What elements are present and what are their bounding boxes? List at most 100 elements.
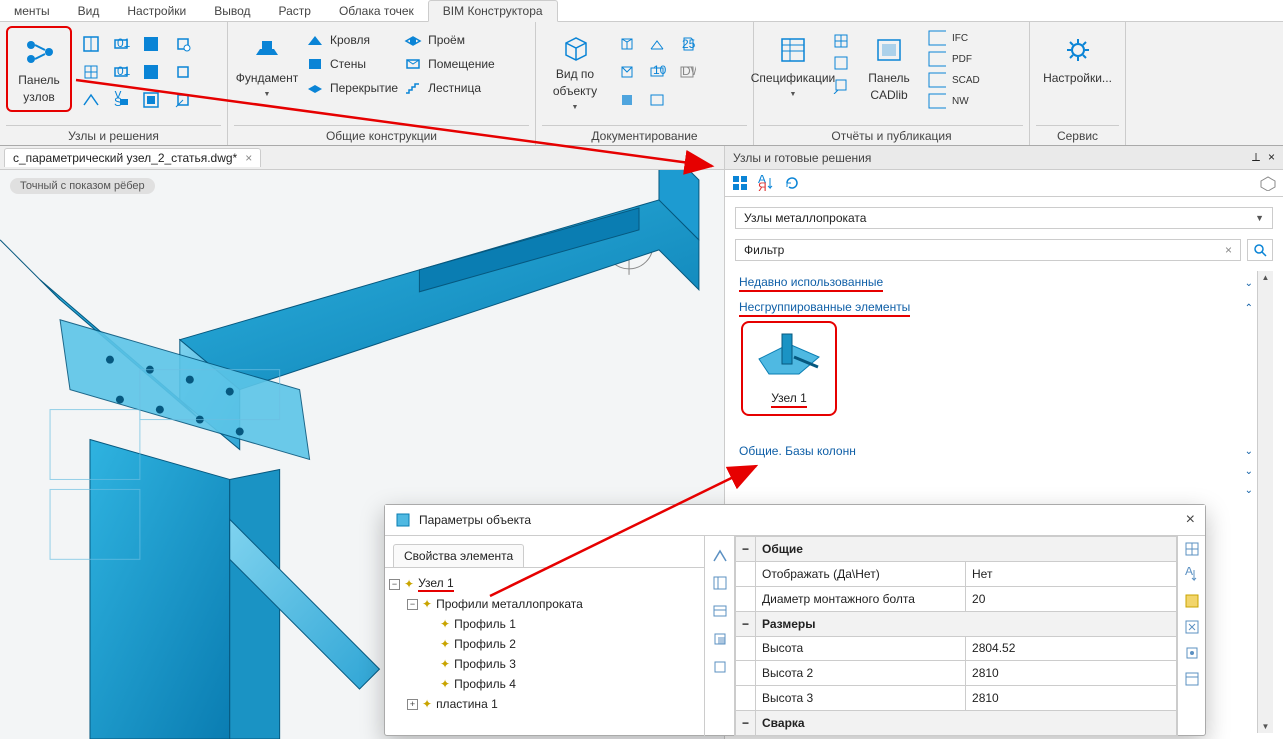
section-ungrouped[interactable]: Несгруппированные элементы ⌃ [735,296,1257,321]
slab-button[interactable]: Перекрытие [306,78,398,98]
prop-h3-val[interactable]: 2810 [966,686,1177,711]
menu-output[interactable]: Вывод [200,1,264,21]
mini-btn-a[interactable] [170,32,196,56]
ribbon-group-reports-title: Отчёты и публикация [760,125,1023,145]
room-button[interactable]: Помещение [404,54,495,74]
mini-btn-4[interactable] [78,60,104,84]
opening-button[interactable]: Проём [404,30,495,50]
doc-mini-1[interactable] [614,32,640,56]
collapse-cat-size[interactable]: − [736,611,756,636]
close-panel-icon[interactable]: × [1268,150,1275,165]
mini-btn-3[interactable] [138,32,164,56]
section-hidden-1[interactable]: ⌄ [735,462,1257,481]
export-ifc-button[interactable]: IFC [928,28,980,48]
specifications-button[interactable]: Спецификации ▼ [760,26,826,112]
midbar-btn-1[interactable] [711,546,729,564]
scrollbar[interactable]: ▲ ▼ [1257,271,1273,733]
menu-pointclouds[interactable]: Облака точек [325,1,428,21]
scroll-up-icon[interactable]: ▲ [1262,273,1270,282]
midbar-btn-3[interactable] [711,602,729,620]
view-by-object-button[interactable]: Вид по объекту ▼ [542,26,608,112]
side-btn-4[interactable] [1183,618,1201,636]
prop-h2-val[interactable]: 2810 [966,661,1177,686]
view-grid-icon[interactable] [731,174,749,192]
mini-btn-2[interactable]: 010 [108,32,134,56]
filter-input[interactable]: Фильтр × [735,239,1241,261]
tree-root[interactable]: −✦Узел 1 [389,574,700,594]
nodes-panel-button[interactable]: Панель узлов [6,26,72,112]
menu-raster[interactable]: Растр [265,1,325,21]
roof-button[interactable]: Кровля [306,30,398,50]
tree-plate-1[interactable]: +✦пластина 1 [389,694,700,714]
close-tab-icon[interactable]: × [245,151,252,165]
collapse-cat-general[interactable]: − [736,537,756,562]
sort-icon[interactable]: AЯ [757,174,775,192]
prop-display-val[interactable]: Нет [966,561,1177,586]
close-dialog-icon[interactable]: × [1186,511,1195,529]
tree-profile-4[interactable]: ✦Профиль 4 [389,674,700,694]
tab-properties[interactable]: Свойства элемента [393,544,524,567]
walls-icon [306,55,324,73]
doc-mini-6[interactable]: DWG [674,60,700,84]
doc-mini-3[interactable]: 255 [674,32,700,56]
midbar-btn-2[interactable] [711,574,729,592]
save-box-icon[interactable] [1259,174,1277,192]
mini-btn-c[interactable] [170,88,196,112]
export-nw-button[interactable]: NW [928,91,980,111]
mini-btn-6[interactable] [138,60,164,84]
prop-h-val[interactable]: 2804.52 [966,636,1177,661]
document-tab[interactable]: с_параметрический узел_2_статья.dwg* × [4,148,261,167]
foundation-button[interactable]: Фундамент ▼ [234,26,300,112]
side-btn-6[interactable] [1183,670,1201,688]
node-card[interactable]: Узел 1 [741,321,837,416]
tree-profile-3[interactable]: ✦Профиль 3 [389,654,700,674]
cadlib-panel-button[interactable]: Панель CADlib [856,26,922,112]
walls-button[interactable]: Стены [306,54,398,74]
refresh-icon[interactable] [783,174,801,192]
mini-btn-7[interactable] [78,88,104,112]
clear-filter-icon[interactable]: × [1225,243,1232,257]
visual-style-badge[interactable]: Точный с показом рёбер [10,178,155,194]
report-mini-2[interactable] [832,54,850,72]
mini-btn-5[interactable]: 010 [108,60,134,84]
midbar-btn-4[interactable] [711,630,729,648]
menu-bim[interactable]: BIM Конструктора [428,0,558,22]
midbar-btn-5[interactable] [711,658,729,676]
export-scad-button[interactable]: SCAD [928,70,980,90]
mini-btn-9[interactable] [138,88,164,112]
search-button[interactable] [1247,239,1273,261]
doc-mini-4[interactable] [614,60,640,84]
export-pdf-button[interactable]: PDF [928,49,980,69]
menu-view[interactable]: Вид [64,1,114,21]
pin-icon[interactable]: ⟂ [1252,150,1260,165]
mini-btn-1[interactable] [78,32,104,56]
side-btn-5[interactable] [1183,644,1201,662]
mini-btn-b[interactable] [170,60,196,84]
side-btn-3[interactable] [1183,592,1201,610]
settings-button[interactable]: Настройки... [1045,26,1111,112]
report-mini-3[interactable] [832,76,850,94]
stairs-button[interactable]: Лестница [404,78,495,98]
collapse-cat-weld[interactable]: − [736,711,756,736]
menu-settings[interactable]: Настройки [113,1,200,21]
side-btn-2[interactable]: A [1183,566,1201,584]
filter-placeholder: Фильтр [744,243,784,257]
doc-mini-7[interactable] [614,88,640,112]
scroll-down-icon[interactable]: ▼ [1262,722,1270,731]
section-hidden-2[interactable]: ⌄ [735,481,1257,500]
ribbon-group-documenting-title: Документирование [542,125,747,145]
tree-profile-1[interactable]: ✦Профиль 1 [389,614,700,634]
report-mini-1[interactable] [832,32,850,50]
doc-mini-5[interactable]: 100 [644,60,670,84]
menu-elements[interactable]: менты [0,1,64,21]
section-recent[interactable]: Недавно использованные ⌄ [735,271,1257,296]
doc-mini-8[interactable] [644,88,670,112]
mini-btn-8[interactable]: VS [108,88,134,112]
category-combo[interactable]: Узлы металлопроката ▼ [735,207,1273,229]
tree-profile-2[interactable]: ✦Профиль 2 [389,634,700,654]
tree-profiles-group[interactable]: −✦Профили металлопроката [389,594,700,614]
section-bases[interactable]: Общие. Базы колонн ⌄ [735,440,1257,462]
side-btn-1[interactable] [1183,540,1201,558]
doc-mini-2[interactable] [644,32,670,56]
prop-bolt-val[interactable]: 20 [966,586,1177,611]
